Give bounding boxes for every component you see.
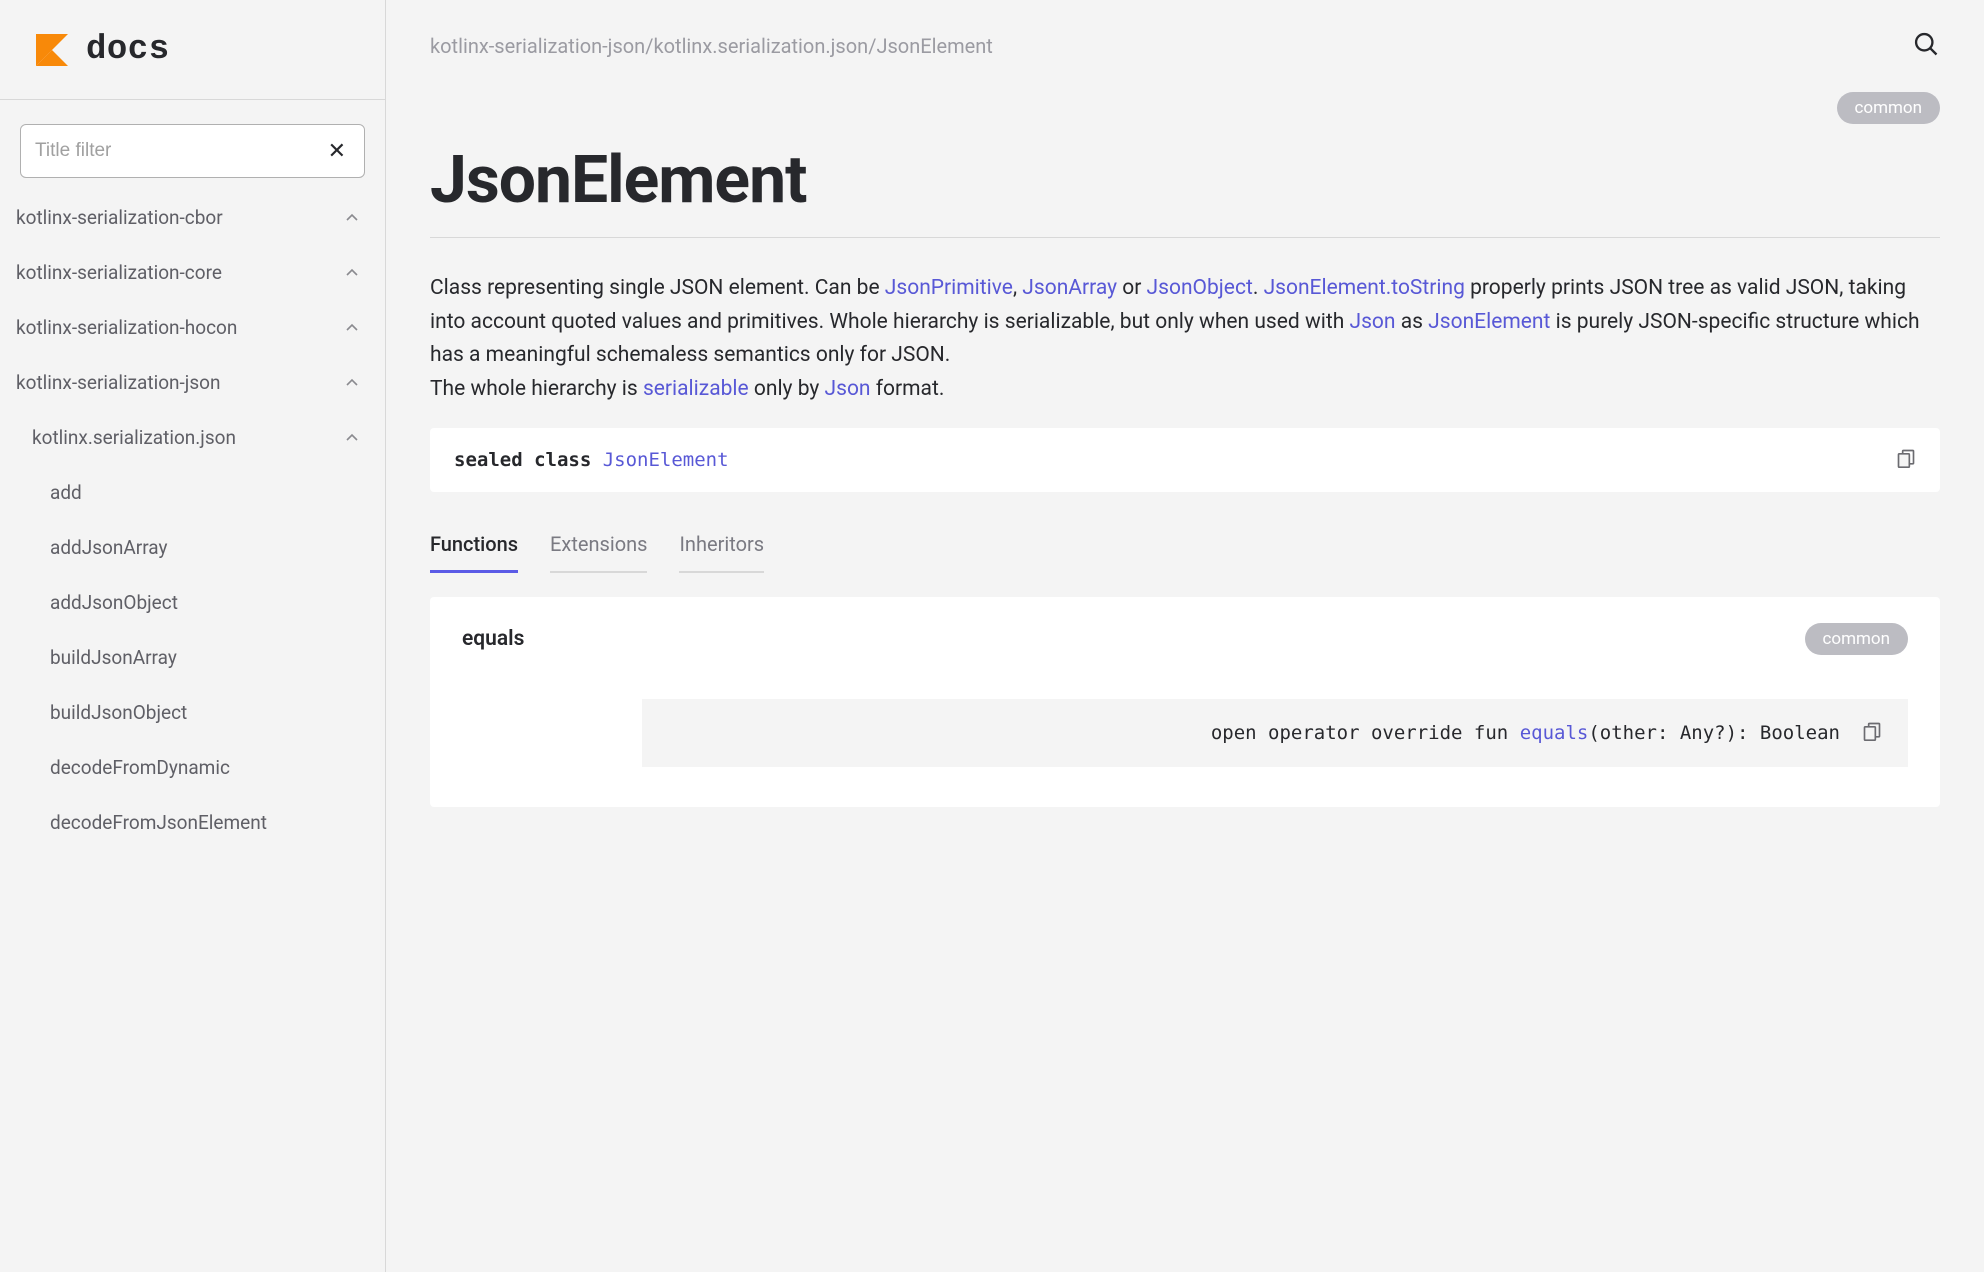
nav-tree: kotlinx-serialization-cbor kotlinx-seria… — [0, 190, 385, 1272]
nav-label: decodeFromJsonElement — [50, 811, 267, 834]
chevron-up-icon — [345, 266, 359, 280]
nav-label: add — [50, 481, 82, 504]
nav-item-buildjsonarray[interactable]: buildJsonArray — [0, 630, 385, 685]
function-signature: open operator override fun equals(other:… — [642, 699, 1908, 767]
copy-icon[interactable] — [1862, 721, 1882, 745]
page-title: JsonElement — [430, 142, 1940, 219]
copy-icon[interactable] — [1896, 448, 1916, 472]
chevron-up-icon — [345, 211, 359, 225]
nav-label: kotlinx-serialization-cbor — [16, 206, 223, 229]
nav-item-decodefromjsonelement[interactable]: decodeFromJsonElement — [0, 795, 385, 850]
kotlin-logo-icon — [36, 34, 68, 66]
nav-label: addJsonArray — [50, 536, 167, 559]
nav-item-cbor[interactable]: kotlinx-serialization-cbor — [0, 190, 385, 245]
sidebar: docs ✕ kotlinx-serialization-cbor kotlin… — [0, 0, 386, 1272]
clear-filter-button[interactable]: ✕ — [324, 134, 350, 168]
nav-item-hocon[interactable]: kotlinx-serialization-hocon — [0, 300, 385, 355]
topbar: kotlinx-serialization-json/kotlinx.seria… — [386, 0, 1984, 62]
link-jsonelement[interactable]: JsonElement — [1428, 310, 1550, 334]
nav-label: kotlinx-serialization-json — [16, 371, 220, 394]
nav-label: decodeFromDynamic — [50, 756, 230, 779]
tab-inheritors[interactable]: Inheritors — [679, 532, 764, 573]
nav-item-add[interactable]: add — [0, 465, 385, 520]
link-serializable[interactable]: serializable — [643, 377, 749, 401]
filter-input[interactable] — [35, 140, 324, 162]
link-json[interactable]: Json — [1349, 310, 1395, 334]
sidebar-header: docs — [0, 0, 385, 100]
nav-label: kotlinx.serialization.json — [32, 426, 236, 449]
nav-label: kotlinx-serialization-core — [16, 261, 222, 284]
search-icon[interactable] — [1912, 30, 1940, 62]
nav-item-decodefromdynamic[interactable]: decodeFromDynamic — [0, 740, 385, 795]
link-tostring[interactable]: JsonElement.toString — [1264, 276, 1465, 300]
platform-badge: common — [1805, 623, 1909, 655]
function-card-equals: equals common open operator override fun… — [430, 597, 1940, 807]
nav-item-core[interactable]: kotlinx-serialization-core — [0, 245, 385, 300]
chevron-up-icon — [345, 376, 359, 390]
platform-badge: common — [1837, 92, 1941, 124]
badge-row: common — [430, 92, 1940, 124]
nav-label: buildJsonObject — [50, 701, 187, 724]
signature-text: sealed class JsonElement — [454, 449, 729, 471]
function-name[interactable]: equals — [462, 627, 524, 651]
close-icon: ✕ — [328, 138, 346, 163]
docs-logo-text: docs — [86, 31, 170, 69]
nav-item-json[interactable]: kotlinx-serialization-json — [0, 355, 385, 410]
main-content: kotlinx-serialization-json/kotlinx.seria… — [386, 0, 1984, 1272]
signature-code: open operator override fun equals(other:… — [1211, 722, 1840, 744]
tab-functions[interactable]: Functions — [430, 532, 518, 573]
nav-item-buildjsonobject[interactable]: buildJsonObject — [0, 685, 385, 740]
link-jsonprimitive[interactable]: JsonPrimitive — [885, 276, 1013, 300]
page-content: common JsonElement Class representing si… — [386, 62, 1984, 847]
title-filter[interactable]: ✕ — [20, 124, 365, 178]
chevron-up-icon — [345, 431, 359, 445]
link-jsonarray[interactable]: JsonArray — [1022, 276, 1117, 300]
chevron-up-icon — [345, 321, 359, 335]
function-header: equals common — [462, 623, 1908, 655]
breadcrumb: kotlinx-serialization-json/kotlinx.seria… — [430, 34, 993, 58]
nav-label: kotlinx-serialization-hocon — [16, 316, 237, 339]
nav-item-json-pkg[interactable]: kotlinx.serialization.json — [0, 410, 385, 465]
code-signature: sealed class JsonElement — [430, 428, 1940, 492]
tabs: Functions Extensions Inheritors — [430, 532, 1940, 573]
link-json2[interactable]: Json — [825, 377, 871, 401]
nav-label: buildJsonArray — [50, 646, 177, 669]
nav-item-addjsonarray[interactable]: addJsonArray — [0, 520, 385, 575]
link-jsonobject[interactable]: JsonObject — [1147, 276, 1253, 300]
title-section: JsonElement — [430, 142, 1940, 238]
description: Class representing single JSON element. … — [430, 272, 1940, 406]
nav-label: addJsonObject — [50, 591, 178, 614]
tab-extensions[interactable]: Extensions — [550, 532, 647, 573]
nav-item-addjsonobject[interactable]: addJsonObject — [0, 575, 385, 630]
filter-container: ✕ — [0, 100, 385, 190]
